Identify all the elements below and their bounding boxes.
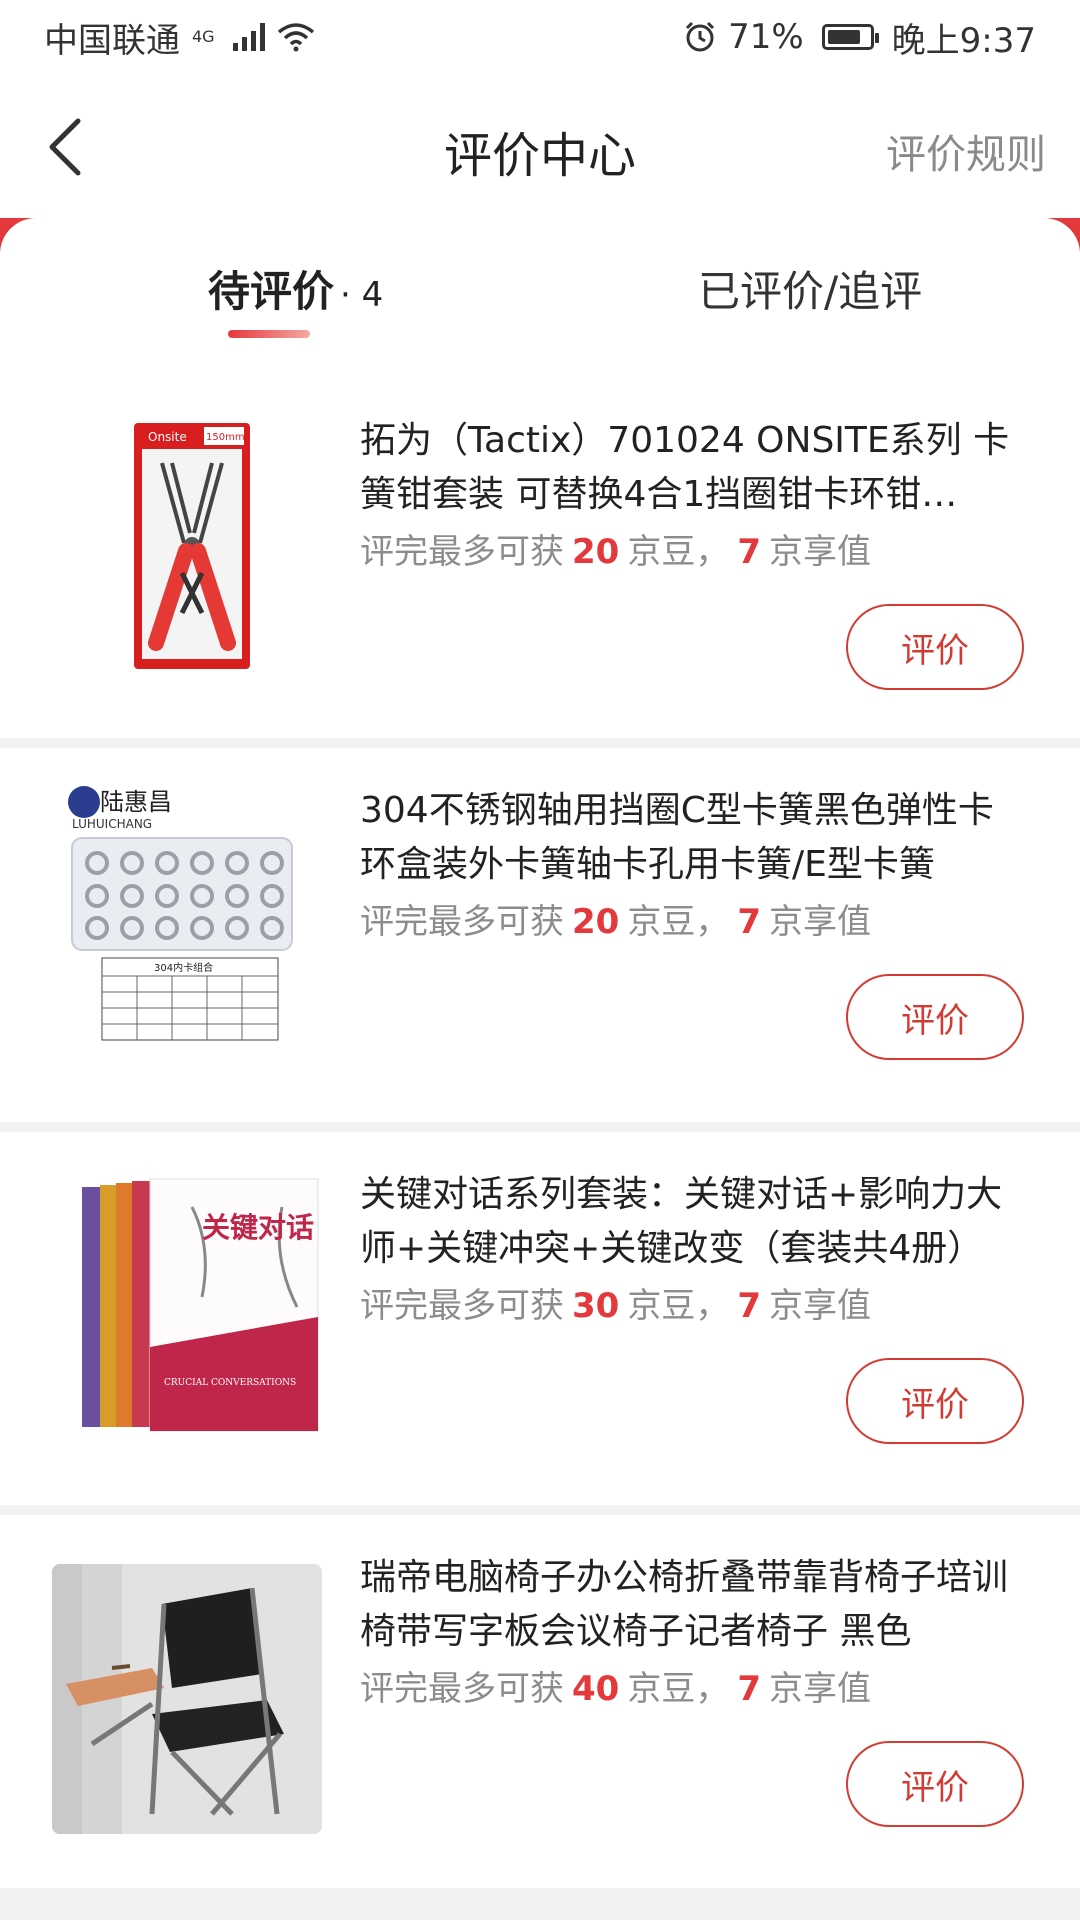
wifi-icon xyxy=(277,23,314,52)
pliers-image: Onsite 150mm xyxy=(134,423,250,669)
divider xyxy=(0,738,1080,748)
battery-icon xyxy=(821,24,879,50)
tab-pending[interactable]: 待评价 · 4 xyxy=(208,258,383,319)
reward-value: 7 xyxy=(737,1286,761,1326)
product-item[interactable]: 瑞帝电脑椅子办公椅折叠带靠背椅子培训椅带写字板会议椅子记者椅子 黑色 评完最多可… xyxy=(0,1515,1080,1888)
tab-reviewed[interactable]: 已评价/追评 xyxy=(698,258,922,319)
reward-beans-unit: 京豆， xyxy=(627,1286,730,1326)
books-image: 关键对话 CRUCIAL CONVERSATIONS xyxy=(82,1178,319,1432)
product-title: 关键对话系列套装：关键对话+影响力大师+关键冲突+关键改变（套装共4册） xyxy=(360,1174,1003,1269)
review-rules-link[interactable]: 评价规则 xyxy=(886,122,1046,180)
image-table-title: 304内卡组合 xyxy=(154,961,213,974)
signal-icon xyxy=(232,23,265,51)
reward-value-unit: 京享值 xyxy=(769,1669,871,1709)
chair-image xyxy=(52,1564,322,1834)
reward-value-unit: 京享值 xyxy=(769,1286,871,1326)
reward-info: 评完最多可获 20 京豆， 7 京享值 xyxy=(360,524,871,573)
reward-prefix: 评完最多可获 xyxy=(360,902,564,942)
product-image: 关键对话 CRUCIAL CONVERSATIONS xyxy=(52,1167,327,1442)
tab-pending-label: 待评价 xyxy=(208,267,335,316)
clock: 晚上9:37 xyxy=(891,20,1036,61)
reward-prefix: 评完最多可获 xyxy=(360,1286,564,1326)
product-image xyxy=(52,1564,322,1834)
reward-beans-unit: 京豆， xyxy=(627,1669,730,1709)
circlips-image: 陆惠昌 LUHUICHANG 304内卡组合 xyxy=(68,786,293,1041)
status-right: 71% 晚上9:37 xyxy=(684,13,1036,62)
tab-bar: 待评价 · 4 已评价/追评 xyxy=(0,218,1080,338)
review-button[interactable]: 评价 xyxy=(846,974,1024,1060)
product-item[interactable]: Onsite 150mm 拓为（Tactix）701024 ONSITE系列 卡… xyxy=(0,378,1080,753)
image-cover-title: 关键对话 xyxy=(202,1211,314,1244)
reward-value: 7 xyxy=(737,902,761,942)
product-image: 陆惠昌 LUHUICHANG 304内卡组合 xyxy=(52,768,327,1043)
reward-prefix: 评完最多可获 xyxy=(360,532,564,572)
image-brand-text: 陆惠昌 xyxy=(100,788,172,816)
image-brand-en-text: LUHUICHANG xyxy=(72,817,152,831)
reward-value-unit: 京享值 xyxy=(769,902,871,942)
product-title: 拓为（Tactix）701024 ONSITE系列 卡簧钳套装 可替换4合1挡圈… xyxy=(360,420,1010,515)
tab-indicator xyxy=(228,330,310,338)
product-item[interactable]: 陆惠昌 LUHUICHANG 304内卡组合 304不锈钢轴用挡圈C型卡簧黑色弹… xyxy=(0,748,1080,1123)
reward-beans: 30 xyxy=(572,1286,620,1326)
product-image: Onsite 150mm xyxy=(52,413,327,688)
status-left: 中国联通 4G xyxy=(44,13,315,62)
tab-pending-count: · 4 xyxy=(340,275,384,315)
nav-bar: 评价中心 评价规则 xyxy=(0,74,1080,224)
divider xyxy=(0,1505,1080,1515)
reward-value: 7 xyxy=(737,1669,761,1709)
image-brand-text: Onsite xyxy=(148,430,187,444)
reward-prefix: 评完最多可获 xyxy=(360,1669,564,1709)
product-title: 304不锈钢轴用挡圈C型卡簧黑色弹性卡环盒装外卡簧轴卡孔用卡簧/E型卡簧 xyxy=(360,790,994,885)
reward-beans: 20 xyxy=(572,902,620,942)
reward-beans-unit: 京豆， xyxy=(627,532,730,572)
alarm-icon xyxy=(686,21,715,52)
reward-info: 评完最多可获 20 京豆， 7 京享值 xyxy=(360,894,871,943)
review-card: 待评价 · 4 已评价/追评 Onsite 150mm 拓为（Tactix）701… xyxy=(0,218,1080,1888)
status-bar: 中国联通 4G 71% 晚上9:37 xyxy=(0,0,1080,74)
review-button[interactable]: 评价 xyxy=(846,1741,1024,1827)
reward-value-unit: 京享值 xyxy=(769,532,871,572)
network-type: 4G xyxy=(192,26,215,46)
image-size-text: 150mm xyxy=(206,432,245,443)
reward-beans: 40 xyxy=(572,1669,620,1709)
divider xyxy=(0,1122,1080,1132)
product-item[interactable]: 关键对话 CRUCIAL CONVERSATIONS 关键对话系列套装：关键对话… xyxy=(0,1132,1080,1507)
battery-percent: 71% xyxy=(728,17,804,57)
reward-beans-unit: 京豆， xyxy=(627,902,730,942)
reward-value: 7 xyxy=(737,532,761,572)
review-button[interactable]: 评价 xyxy=(846,1358,1024,1444)
review-button[interactable]: 评价 xyxy=(846,604,1024,690)
image-cover-en: CRUCIAL CONVERSATIONS xyxy=(164,1378,296,1388)
product-title: 瑞帝电脑椅子办公椅折叠带靠背椅子培训椅带写字板会议椅子记者椅子 黑色 xyxy=(360,1557,1009,1652)
reward-info: 评完最多可获 40 京豆， 7 京享值 xyxy=(360,1661,871,1710)
reward-beans: 20 xyxy=(572,532,620,572)
reward-info: 评完最多可获 30 京豆， 7 京享值 xyxy=(360,1278,871,1327)
carrier-name: 中国联通 xyxy=(44,20,180,61)
